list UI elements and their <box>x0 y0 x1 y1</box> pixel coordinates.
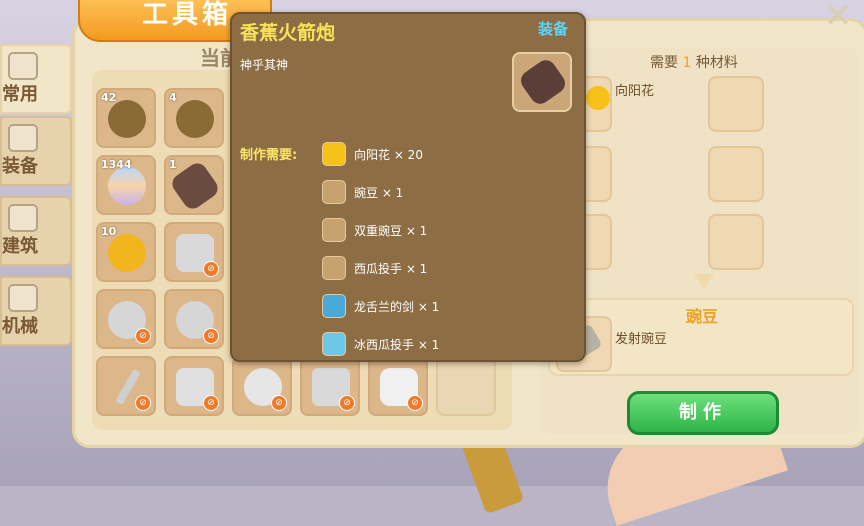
craft-button[interactable]: 制作 <box>627 391 779 435</box>
sunflower-seed-bag-icon <box>108 100 146 138</box>
flower-seed-bag-icon <box>176 100 214 138</box>
tooltip-item-image <box>512 52 572 112</box>
close-icon[interactable]: ✕ <box>818 0 858 33</box>
sunflower-icon <box>322 142 346 166</box>
tooltip-description: 神乎其神 <box>240 58 289 72</box>
gold-bag-icon <box>108 234 146 272</box>
sunflower-icon <box>586 86 610 110</box>
inventory-slot[interactable]: ⊘ <box>232 356 292 416</box>
requirement-text: 豌豆 × 1 <box>354 186 404 200</box>
inventory-slot[interactable]: ⊘ <box>300 356 360 416</box>
material-label: 向阳花 <box>615 84 655 99</box>
unavailable-icon: ⊘ <box>271 395 287 411</box>
window-title: 工具箱 <box>142 0 233 30</box>
tab-equipment[interactable]: 装备 <box>0 116 72 186</box>
item-count: 42 <box>101 91 117 104</box>
unavailable-icon: ⊘ <box>407 395 423 411</box>
need-prefix: 需要 <box>650 55 678 71</box>
item-count: 4 <box>169 91 177 104</box>
house-icon <box>8 204 38 232</box>
requirement-text: 龙舌兰的剑 × 1 <box>354 300 440 314</box>
inventory-slot[interactable]: 42 <box>96 88 156 148</box>
need-count: 1 <box>682 55 692 71</box>
material-slot[interactable] <box>708 146 764 202</box>
double-pea-icon <box>322 218 346 242</box>
item-count: 10 <box>101 225 117 238</box>
result-label: 发射豌豆 <box>615 332 668 347</box>
unavailable-icon: ⊘ <box>203 395 219 411</box>
tab-equipment-label: 装备 <box>2 156 38 177</box>
tab-machinery[interactable]: 机械 <box>0 276 72 346</box>
tooltip-item-name: 香蕉火箭炮 <box>240 22 336 44</box>
unavailable-icon: ⊘ <box>135 328 151 344</box>
requirement-text: 双重豌豆 × 1 <box>354 224 428 238</box>
down-arrow-icon <box>694 274 714 288</box>
gears-icon <box>8 284 38 312</box>
ice-melon-icon <box>322 332 346 356</box>
material-slot[interactable] <box>708 214 764 270</box>
item-count: 1344 <box>101 158 132 171</box>
inventory-slot[interactable] <box>436 356 496 416</box>
requirements-label: 制作需要: <box>240 148 298 163</box>
banana-rocket-icon <box>517 56 569 108</box>
agave-sword-icon <box>322 294 346 318</box>
unavailable-icon: ⊘ <box>339 395 355 411</box>
tab-building-label: 建筑 <box>2 236 38 257</box>
inventory-slot[interactable]: ⊘ <box>96 289 156 349</box>
requirement-text: 冰西瓜投手 × 1 <box>354 338 440 352</box>
inventory-slot[interactable]: 10 <box>96 222 156 282</box>
pea-gun-icon <box>322 180 346 204</box>
melon-pult-icon <box>322 256 346 280</box>
requirement-text: 西瓜投手 × 1 <box>354 262 428 276</box>
inventory-slot[interactable]: ⊘ <box>164 222 224 282</box>
material-slot[interactable] <box>708 76 764 132</box>
requirement-text: 向阳花 × 20 <box>354 148 423 162</box>
unavailable-icon: ⊘ <box>203 261 219 277</box>
inventory-slot[interactable]: 4 <box>164 88 224 148</box>
inventory-slot[interactable]: ⊘ <box>164 356 224 416</box>
tab-common[interactable]: 常用 <box>0 44 72 114</box>
item-count: 1 <box>169 158 177 171</box>
result-title: 豌豆 <box>686 307 719 326</box>
inventory-slot[interactable]: ⊘ <box>164 289 224 349</box>
box-icon <box>8 52 38 80</box>
armor-icon <box>8 124 38 152</box>
equip-button[interactable]: 装备 <box>538 18 568 39</box>
unavailable-icon: ⊘ <box>135 395 151 411</box>
inventory-slot[interactable]: 1344 <box>96 155 156 215</box>
inventory-slot[interactable]: 1 <box>164 155 224 215</box>
need-suffix: 种材料 <box>695 55 738 71</box>
tab-machinery-label: 机械 <box>2 316 38 337</box>
materials-needed-header: 需要 1 种材料 <box>650 52 738 72</box>
striped-egg-icon <box>108 167 146 205</box>
unavailable-icon: ⊘ <box>203 328 219 344</box>
inventory-slot[interactable]: ⊘ <box>96 356 156 416</box>
inventory-slot[interactable]: ⊘ <box>368 356 428 416</box>
tab-building[interactable]: 建筑 <box>0 196 72 266</box>
tab-common-label: 常用 <box>2 84 38 105</box>
